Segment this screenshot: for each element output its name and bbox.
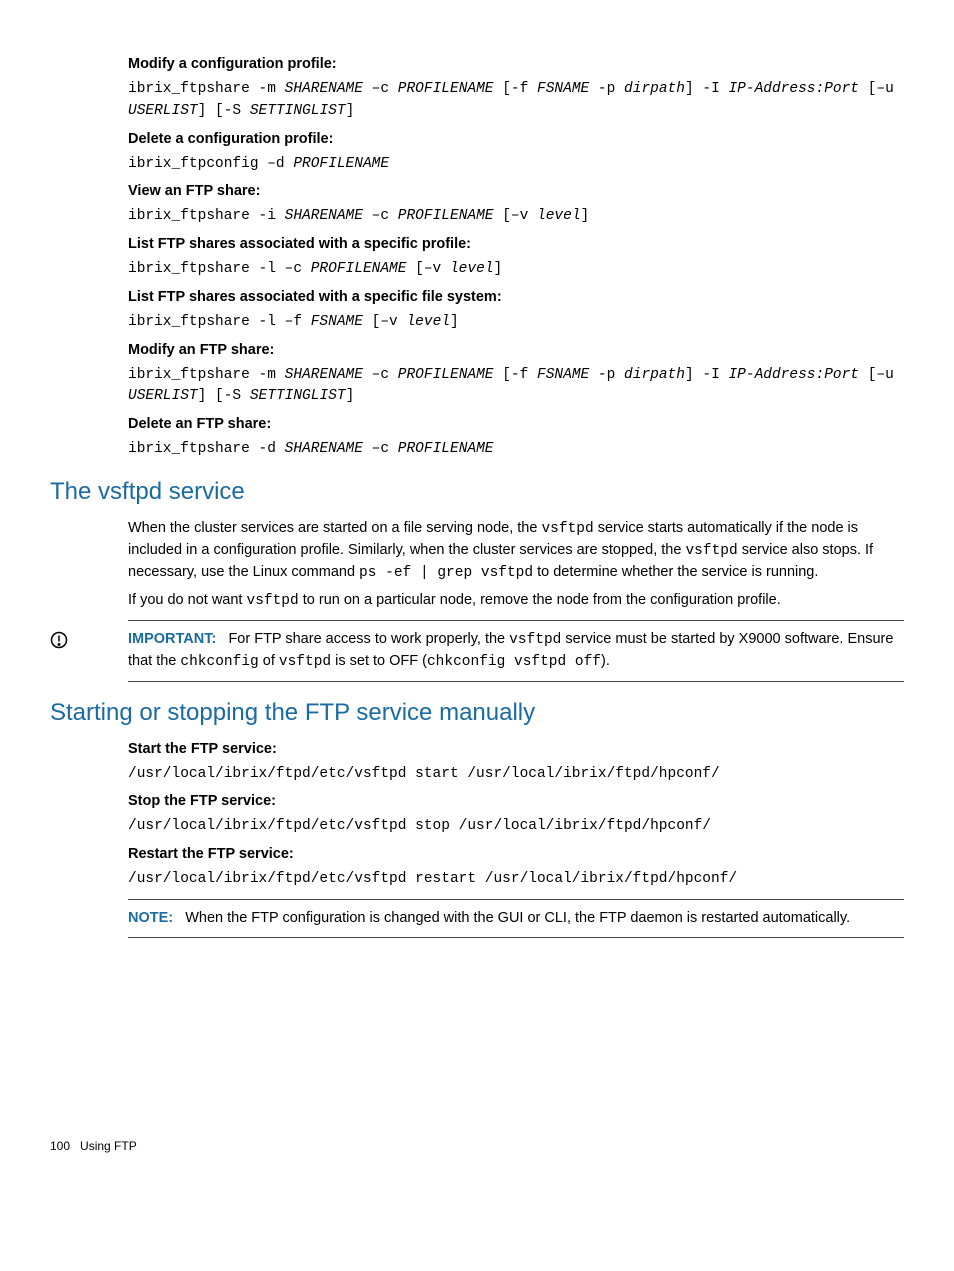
code-start-ftp: /usr/local/ibrix/ftpd/etc/vsftpd start /… (128, 764, 904, 786)
label-start-ftp: Start the FTP service: (128, 739, 904, 760)
label-restart-ftp: Restart the FTP service: (128, 844, 904, 865)
label-modify-profile: Modify a configuration profile: (128, 54, 904, 75)
heading-start-stop-ftp: Starting or stopping the FTP service man… (50, 696, 904, 731)
code-restart-ftp: /usr/local/ibrix/ftpd/etc/vsftpd restart… (128, 869, 904, 891)
heading-vsftpd-service: The vsftpd service (50, 475, 904, 510)
label-stop-ftp: Stop the FTP service: (128, 791, 904, 812)
label-list-by-profile: List FTP shares associated with a specif… (128, 234, 904, 255)
code-modify-share: ibrix_ftpshare -m SHARENAME –c PROFILENA… (128, 365, 904, 409)
para-vsftpd-2: If you do not want vsftpd to run on a pa… (128, 590, 904, 612)
para-vsftpd-1: When the cluster services are started on… (128, 518, 904, 584)
footer-title: Using FTP (80, 1139, 137, 1153)
label-list-by-fs: List FTP shares associated with a specif… (128, 287, 904, 308)
page-number: 100 (50, 1139, 70, 1153)
code-modify-profile: ibrix_ftpshare -m SHARENAME –c PROFILENA… (128, 79, 904, 123)
divider (128, 899, 904, 900)
divider (128, 681, 904, 682)
label-delete-profile: Delete a configuration profile: (128, 129, 904, 150)
note-label: NOTE: (128, 910, 173, 926)
code-list-by-fs: ibrix_ftpshare -l –f FSNAME [–v level] (128, 312, 904, 334)
note-block: NOTE: When the FTP configuration is chan… (128, 908, 904, 929)
note-text: When the FTP configuration is changed wi… (185, 910, 850, 926)
code-view-share: ibrix_ftpshare -i SHARENAME –c PROFILENA… (128, 206, 904, 228)
section-cli-commands: Modify a configuration profile: ibrix_ft… (128, 54, 904, 461)
divider (128, 620, 904, 621)
label-delete-share: Delete an FTP share: (128, 414, 904, 435)
label-modify-share: Modify an FTP share: (128, 340, 904, 361)
important-label: IMPORTANT: (128, 631, 216, 647)
page-footer: 100 Using FTP (50, 1138, 904, 1155)
section-vsftpd: When the cluster services are started on… (128, 518, 904, 612)
code-delete-share: ibrix_ftpshare -d SHARENAME –c PROFILENA… (128, 439, 904, 461)
code-delete-profile: ibrix_ftpconfig –d PROFILENAME (128, 154, 904, 176)
section-start-stop: Start the FTP service: /usr/local/ibrix/… (128, 739, 904, 938)
important-icon (50, 629, 128, 656)
important-text: IMPORTANT: For FTP share access to work … (128, 629, 904, 673)
important-block: IMPORTANT: For FTP share access to work … (50, 629, 904, 673)
divider (128, 937, 904, 938)
code-list-by-profile: ibrix_ftpshare -l –c PROFILENAME [–v lev… (128, 259, 904, 281)
label-view-share: View an FTP share: (128, 181, 904, 202)
code-stop-ftp: /usr/local/ibrix/ftpd/etc/vsftpd stop /u… (128, 816, 904, 838)
